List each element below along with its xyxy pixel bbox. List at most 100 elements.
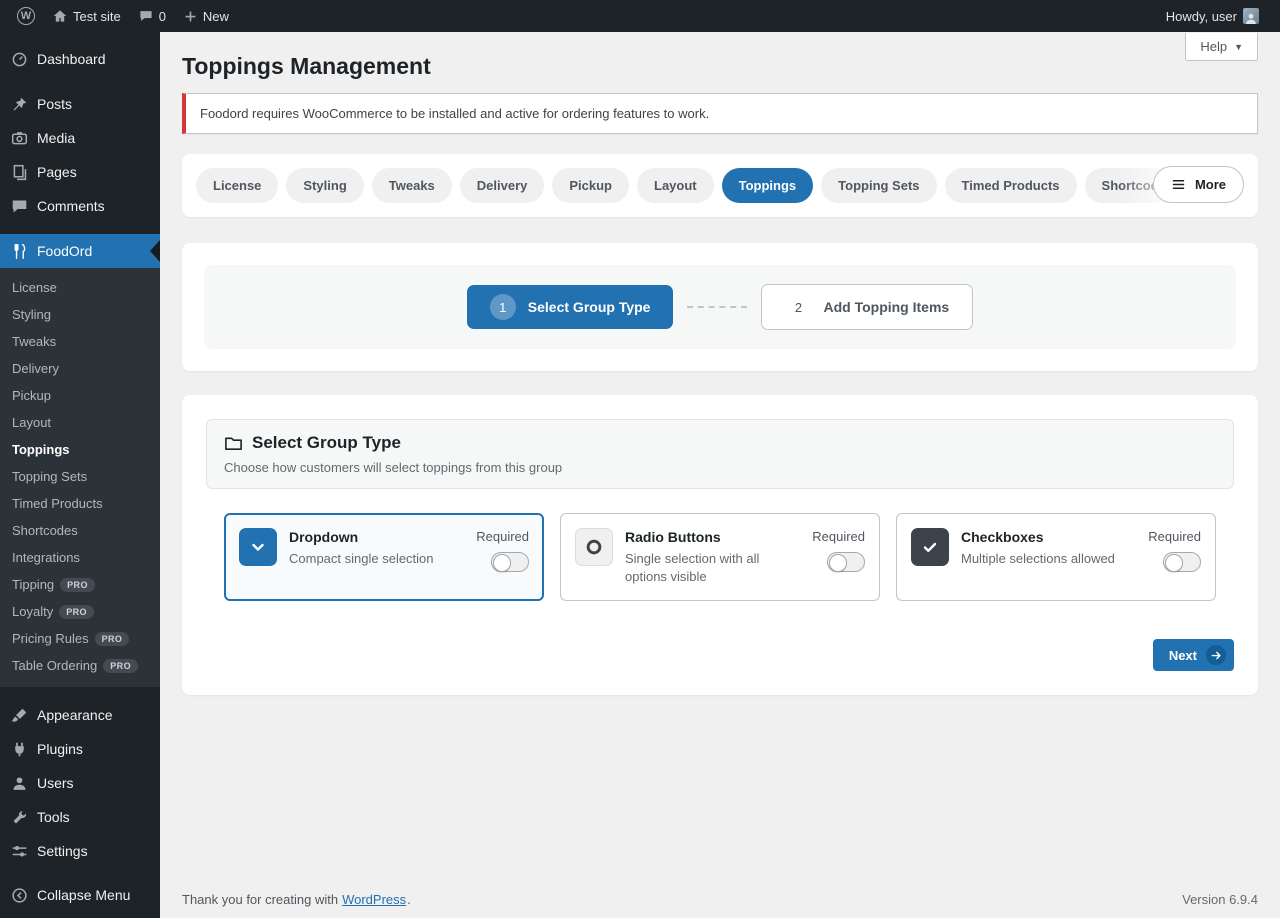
required-toggle[interactable] <box>1163 552 1201 572</box>
new-content-button[interactable]: New <box>175 0 238 32</box>
sidebar-item-users[interactable]: Users <box>0 766 160 800</box>
tab-license[interactable]: License <box>196 168 278 203</box>
submenu-item-loyalty[interactable]: LoyaltyPRO <box>0 598 160 625</box>
option-description: Single selection with all options visibl… <box>625 550 785 585</box>
step-2-add-topping-items[interactable]: 2 Add Topping Items <box>761 284 973 330</box>
site-name-link[interactable]: Test site <box>44 0 130 32</box>
group-type-heading: Select Group Type <box>252 433 401 453</box>
tab-delivery[interactable]: Delivery <box>460 168 545 203</box>
admin-bar: W Test site 0 New Howdy, user <box>0 0 1280 32</box>
user-icon <box>10 774 28 792</box>
sliders-icon <box>10 842 28 860</box>
submenu-item-layout[interactable]: Layout <box>0 409 160 436</box>
next-button[interactable]: Next <box>1153 639 1234 671</box>
step-connector <box>687 306 747 308</box>
sidebar-item-foodord[interactable]: FoodOrd <box>0 234 160 268</box>
more-label: More <box>1195 177 1226 192</box>
submenu-item-pickup[interactable]: Pickup <box>0 382 160 409</box>
paintbrush-icon <box>10 706 28 724</box>
sidebar-label: Settings <box>37 843 88 859</box>
submenu-item-tweaks[interactable]: Tweaks <box>0 328 160 355</box>
sidebar-label: Plugins <box>37 741 83 757</box>
submenu-item-delivery[interactable]: Delivery <box>0 355 160 382</box>
pro-badge: PRO <box>103 659 138 673</box>
tab-toppings[interactable]: Toppings <box>722 168 814 203</box>
submenu-item-integrations[interactable]: Integrations <box>0 544 160 571</box>
howdy-user-link[interactable]: Howdy, user <box>1157 0 1268 32</box>
tab-pickup[interactable]: Pickup <box>552 168 629 203</box>
submenu-item-pricing-rules[interactable]: Pricing RulesPRO <box>0 625 160 652</box>
step-1-select-group-type[interactable]: 1 Select Group Type <box>467 285 674 329</box>
sidebar-item-tools[interactable]: Tools <box>0 800 160 834</box>
footer-version: Version 6.9.4 <box>1182 892 1258 907</box>
sidebar-label: Media <box>37 130 75 146</box>
plugin-icon <box>10 740 28 758</box>
site-name-label: Test site <box>73 9 121 24</box>
wordpress-link[interactable]: WordPress <box>342 892 406 907</box>
sidebar-item-posts[interactable]: Posts <box>0 87 160 121</box>
option-checkboxes[interactable]: Checkboxes Multiple selections allowed R… <box>896 513 1216 601</box>
more-tabs-button[interactable]: More <box>1153 166 1244 203</box>
option-dropdown[interactable]: Dropdown Compact single selection Requir… <box>224 513 544 601</box>
sidebar-item-pages[interactable]: Pages <box>0 155 160 189</box>
stepper-card: 1 Select Group Type 2 Add Topping Items <box>182 243 1258 371</box>
help-button[interactable]: Help ▼ <box>1185 33 1258 61</box>
collapse-arrow-icon <box>10 886 28 904</box>
wordpress-logo-icon[interactable]: W <box>8 0 44 32</box>
main-content: Help ▼ Toppings Management Foodord requi… <box>160 32 1280 918</box>
submenu-item-shortcodes[interactable]: Shortcodes <box>0 517 160 544</box>
option-description: Multiple selections allowed <box>961 550 1121 568</box>
sidebar-label: Appearance <box>37 707 113 723</box>
new-label: New <box>203 9 229 24</box>
submenu-item-license[interactable]: License <box>0 274 160 301</box>
folder-icon <box>224 434 243 453</box>
step-number: 1 <box>490 294 516 320</box>
submenu-item-tipping[interactable]: TippingPRO <box>0 571 160 598</box>
avatar <box>1243 8 1259 24</box>
next-label: Next <box>1169 648 1197 663</box>
plus-icon <box>184 10 197 23</box>
tab-layout[interactable]: Layout <box>637 168 714 203</box>
sidebar-item-comments[interactable]: Comments <box>0 189 160 223</box>
footer-thanks: Thank you for creating withWordPress. <box>182 892 411 907</box>
pro-badge: PRO <box>59 605 94 619</box>
sidebar-label: Pages <box>37 164 77 180</box>
submenu-item-toppings[interactable]: Toppings <box>0 436 160 463</box>
submenu-item-topping-sets[interactable]: Topping Sets <box>0 463 160 490</box>
submenu-item-timed-products[interactable]: Timed Products <box>0 490 160 517</box>
comments-count-link[interactable]: 0 <box>130 0 175 32</box>
sidebar-item-dashboard[interactable]: Dashboard <box>0 42 160 76</box>
tab-timed-products[interactable]: Timed Products <box>945 168 1077 203</box>
group-type-subheading: Choose how customers will select topping… <box>224 460 1216 475</box>
chevron-down-icon: ▼ <box>1234 42 1243 52</box>
pro-badge: PRO <box>95 632 130 646</box>
step-label: Add Topping Items <box>823 299 949 315</box>
comment-bubble-icon <box>139 9 153 23</box>
hamburger-icon <box>1171 177 1186 192</box>
group-type-card: Select Group Type Choose how customers w… <box>182 395 1258 695</box>
tab-topping-sets[interactable]: Topping Sets <box>821 168 936 203</box>
required-toggle[interactable] <box>827 552 865 572</box>
tab-tweaks[interactable]: Tweaks <box>372 168 452 203</box>
sidebar-item-media[interactable]: Media <box>0 121 160 155</box>
dashboard-icon <box>10 50 28 68</box>
help-label: Help <box>1200 39 1227 54</box>
collapse-menu-button[interactable]: Collapse Menu <box>0 878 160 912</box>
woocommerce-notice: Foodord requires WooCommerce to be insta… <box>182 93 1258 134</box>
group-type-options: Dropdown Compact single selection Requir… <box>206 513 1234 601</box>
sidebar-item-plugins[interactable]: Plugins <box>0 732 160 766</box>
pro-badge: PRO <box>60 578 95 592</box>
arrow-right-icon <box>1206 645 1226 665</box>
step-label: Select Group Type <box>528 299 651 315</box>
tab-styling[interactable]: Styling <box>286 168 363 203</box>
submenu-item-styling[interactable]: Styling <box>0 301 160 328</box>
admin-sidebar: Dashboard Posts Media Pages Comments Foo… <box>0 32 160 918</box>
sidebar-item-settings[interactable]: Settings <box>0 834 160 868</box>
settings-tabs: License Styling Tweaks Delivery Pickup L… <box>182 154 1258 217</box>
sidebar-label: FoodOrd <box>37 243 92 259</box>
submenu-item-table-ordering[interactable]: Table OrderingPRO <box>0 652 160 679</box>
sidebar-item-appearance[interactable]: Appearance <box>0 698 160 732</box>
required-toggle[interactable] <box>491 552 529 572</box>
option-title: Radio Buttons <box>625 529 800 545</box>
option-radio-buttons[interactable]: Radio Buttons Single selection with all … <box>560 513 880 601</box>
